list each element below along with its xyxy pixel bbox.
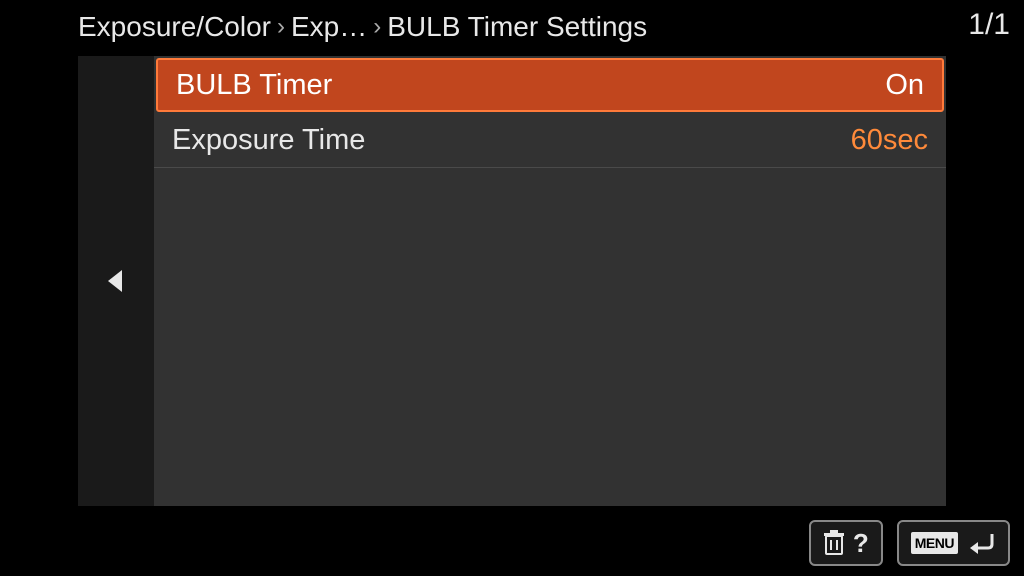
breadcrumb: Exposure/Color › Exp… › BULB Timer Setti… [78,8,994,46]
bottom-bar: ? MENU [809,520,1010,566]
trash-icon [823,530,845,556]
menu-item-value: 60sec [851,124,928,157]
menu-back-button[interactable]: MENU [897,520,1010,566]
page-counter: 1/1 [968,8,1010,42]
help-button[interactable]: ? [809,520,883,566]
back-arrow-icon[interactable] [108,270,122,292]
menu-item-label: Exposure Time [172,124,365,157]
chevron-right-icon: › [277,13,285,41]
breadcrumb-level-1[interactable]: Exposure/Color [78,11,271,43]
menu-panel: BULB Timer On Exposure Time 60sec [154,56,946,506]
menu-label-badge: MENU [911,532,958,554]
chevron-right-icon: › [373,13,381,41]
breadcrumb-level-3: BULB Timer Settings [387,11,647,43]
question-mark-icon: ? [853,528,869,559]
menu-item-exposure-time[interactable]: Exposure Time 60sec [154,114,946,168]
menu-item-value: On [885,69,924,102]
return-arrow-icon [966,530,996,556]
menu-item-bulb-timer[interactable]: BULB Timer On [156,58,944,112]
breadcrumb-level-2[interactable]: Exp… [291,11,367,43]
menu-item-label: BULB Timer [176,69,332,102]
